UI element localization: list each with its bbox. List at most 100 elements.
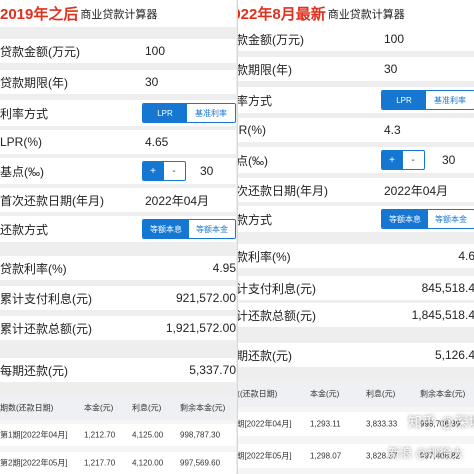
- equal-installment-option[interactable]: 等额本息: [382, 210, 428, 228]
- repay-mode-toggle[interactable]: 等额本息 等额本金: [381, 209, 474, 229]
- zhihu-watermark: 知乎 @深圳徐大: [408, 414, 474, 430]
- lpr-label: LPR(%): [0, 135, 43, 149]
- loan-rate-row: 贷款利率(%) 4.95: [0, 256, 236, 280]
- rate-mode-lpr-option[interactable]: LPR: [382, 91, 426, 109]
- total-interest-value: 845,518.4: [421, 281, 474, 295]
- lpr-row: LPR(%) 4.65: [0, 130, 236, 154]
- divider: [238, 367, 474, 381]
- divider: [0, 242, 236, 256]
- rate-mode-base-option[interactable]: 基准利率: [187, 104, 235, 122]
- cell-period: 第2期[2022年05月]: [0, 458, 68, 468]
- total-interest-row: 累计支付利息(元) 921,572.00: [0, 286, 236, 310]
- basis-points-row: 基点(‰) + - 30: [0, 158, 236, 184]
- col-interest: 利息(元): [366, 389, 396, 399]
- first-date-picker[interactable]: 2022年04月: [145, 192, 209, 209]
- total-repay-value: 1,921,572.00: [165, 321, 236, 335]
- divider: [0, 340, 236, 358]
- schedule-table-header: 期数(还款日期) 本金(元) 利息(元) 剩余本金(元): [0, 396, 236, 420]
- loan-amount-row: 贷款金额(万元) 100: [0, 39, 236, 63]
- loan-rate-row: 贷款利率(%) 4.6: [238, 244, 474, 268]
- first-date-label: 首次还款日期(年月): [237, 183, 328, 198]
- total-interest-label: 累计支付利息(元): [237, 281, 316, 296]
- cell-principal: 1,298.07: [310, 451, 342, 461]
- monthly-row: 每期还款(元) 5,337.70: [0, 358, 236, 382]
- cell-remaining: 998,787.30: [180, 430, 221, 440]
- divider: [0, 27, 236, 39]
- monthly-label: 每期还款(元): [237, 348, 292, 363]
- plus-button[interactable]: +: [143, 162, 163, 180]
- weibo-watermark: 新浪 @圳徐大: [388, 446, 464, 460]
- lpr-label: LPR(%): [238, 123, 267, 137]
- repay-mode-row: 还款方式 等额本息 等额本金: [0, 216, 236, 242]
- rate-mode-lpr-option[interactable]: LPR: [143, 104, 187, 122]
- first-date-label: 首次还款日期(年月): [0, 193, 104, 208]
- panel-content: 2022年8月最新 商业贷款计算器 贷款金额(万元) 100 贷款期限(年) 3…: [237, 0, 474, 474]
- title-app-name: 商业贷款计算器: [327, 8, 405, 21]
- col-period: 期数(还款日期): [238, 389, 278, 399]
- plus-button[interactable]: +: [382, 151, 402, 169]
- equal-principal-option[interactable]: 等额本金: [189, 220, 235, 238]
- cell-principal: 1,293.11: [310, 419, 341, 429]
- equal-principal-option[interactable]: 等额本金: [428, 210, 474, 228]
- cell-principal: 1,217.70: [84, 458, 116, 468]
- loan-term-label: 贷款期限(年): [0, 75, 68, 90]
- first-date-row: 首次还款日期(年月) 2022年04月: [237, 178, 474, 202]
- basis-points-label: 基点(‰): [0, 164, 44, 179]
- title-year: 2019年之后: [0, 6, 79, 23]
- total-repay-row: 累计还款总额(元) 1,845,518.4: [237, 303, 474, 327]
- panel-title: 2019年之后 商业贷款计算器: [0, 0, 236, 27]
- loan-term-input[interactable]: 30: [145, 75, 158, 89]
- cell-remaining: 997,569.60: [180, 458, 221, 468]
- total-repay-label: 累计还款总额(元): [237, 308, 316, 323]
- rate-mode-base-option[interactable]: 基准利率: [426, 91, 474, 109]
- cell-period: 第1期[2022年04月]: [237, 419, 292, 429]
- rate-mode-toggle[interactable]: LPR 基准利率: [142, 103, 236, 123]
- first-date-picker[interactable]: 2022年04月: [384, 182, 448, 199]
- title-year: 2022年8月最新: [238, 6, 326, 23]
- basis-points-stepper[interactable]: + -: [381, 150, 425, 170]
- basis-points-input[interactable]: 30: [442, 153, 455, 167]
- total-repay-row: 累计还款总额(元) 1,921,572.00: [0, 316, 236, 340]
- lpr-input[interactable]: 4.3: [384, 123, 401, 137]
- total-interest-value: 921,572.00: [175, 291, 236, 305]
- loan-amount-input[interactable]: 100: [384, 32, 404, 46]
- loan-term-row: 贷款期限(年) 30: [237, 57, 474, 81]
- loan-term-input[interactable]: 30: [384, 62, 397, 76]
- rate-mode-row: 利率方式 LPR 基准利率: [0, 100, 236, 126]
- title-app-name: 商业贷款计算器: [80, 8, 158, 21]
- table-row: 第1期[2022年04月] 1,212.70 4,125.00 998,787.…: [0, 424, 236, 446]
- loan-term-label: 贷款期限(年): [237, 62, 292, 77]
- lpr-input[interactable]: 4.65: [145, 135, 168, 149]
- equal-installment-option[interactable]: 等额本息: [143, 220, 189, 238]
- loan-rate-value: 4.6: [458, 249, 474, 263]
- cell-interest: 3,833.33: [366, 419, 398, 429]
- loan-amount-row: 贷款金额(万元) 100: [237, 27, 474, 51]
- total-repay-value: 1,845,518.4: [411, 308, 474, 322]
- rate-mode-toggle[interactable]: LPR 基准利率: [381, 90, 474, 110]
- loan-amount-label: 贷款金额(万元): [0, 44, 80, 59]
- rate-mode-row: 利率方式 LPR 基准利率: [237, 87, 474, 113]
- calculator-panel-2019: 2019年之后 商业贷款计算器 贷款金额(万元) 100 贷款期限(年) 30 …: [0, 0, 236, 474]
- total-interest-row: 累计支付利息(元) 845,518.4: [237, 276, 474, 300]
- basis-points-stepper[interactable]: + -: [142, 161, 186, 181]
- minus-button[interactable]: -: [402, 151, 423, 169]
- repay-mode-label: 还款方式: [237, 212, 273, 227]
- monthly-label: 每期还款(元): [0, 363, 68, 378]
- repay-mode-toggle[interactable]: 等额本息 等额本金: [142, 219, 236, 239]
- first-date-row: 首次还款日期(年月) 2022年04月: [0, 188, 236, 212]
- rate-mode-label: 利率方式: [237, 93, 273, 108]
- cell-principal: 1,212.70: [84, 430, 116, 440]
- loan-rate-value: 4.95: [212, 261, 236, 275]
- loan-amount-input[interactable]: 100: [145, 44, 165, 58]
- divider: [238, 268, 474, 276]
- divider: [0, 382, 236, 396]
- loan-amount-label: 贷款金额(万元): [237, 32, 304, 47]
- basis-points-input[interactable]: 30: [200, 164, 213, 178]
- col-period: 期数(还款日期): [0, 403, 54, 413]
- basis-points-row: 基点(‰) + - 30: [238, 147, 474, 173]
- loan-rate-label: 贷款利率(%): [0, 261, 67, 276]
- col-remaining: 剩余本金(元): [180, 403, 226, 413]
- minus-button[interactable]: -: [163, 162, 184, 180]
- rate-mode-label: 利率方式: [0, 106, 49, 121]
- divider: [238, 232, 474, 244]
